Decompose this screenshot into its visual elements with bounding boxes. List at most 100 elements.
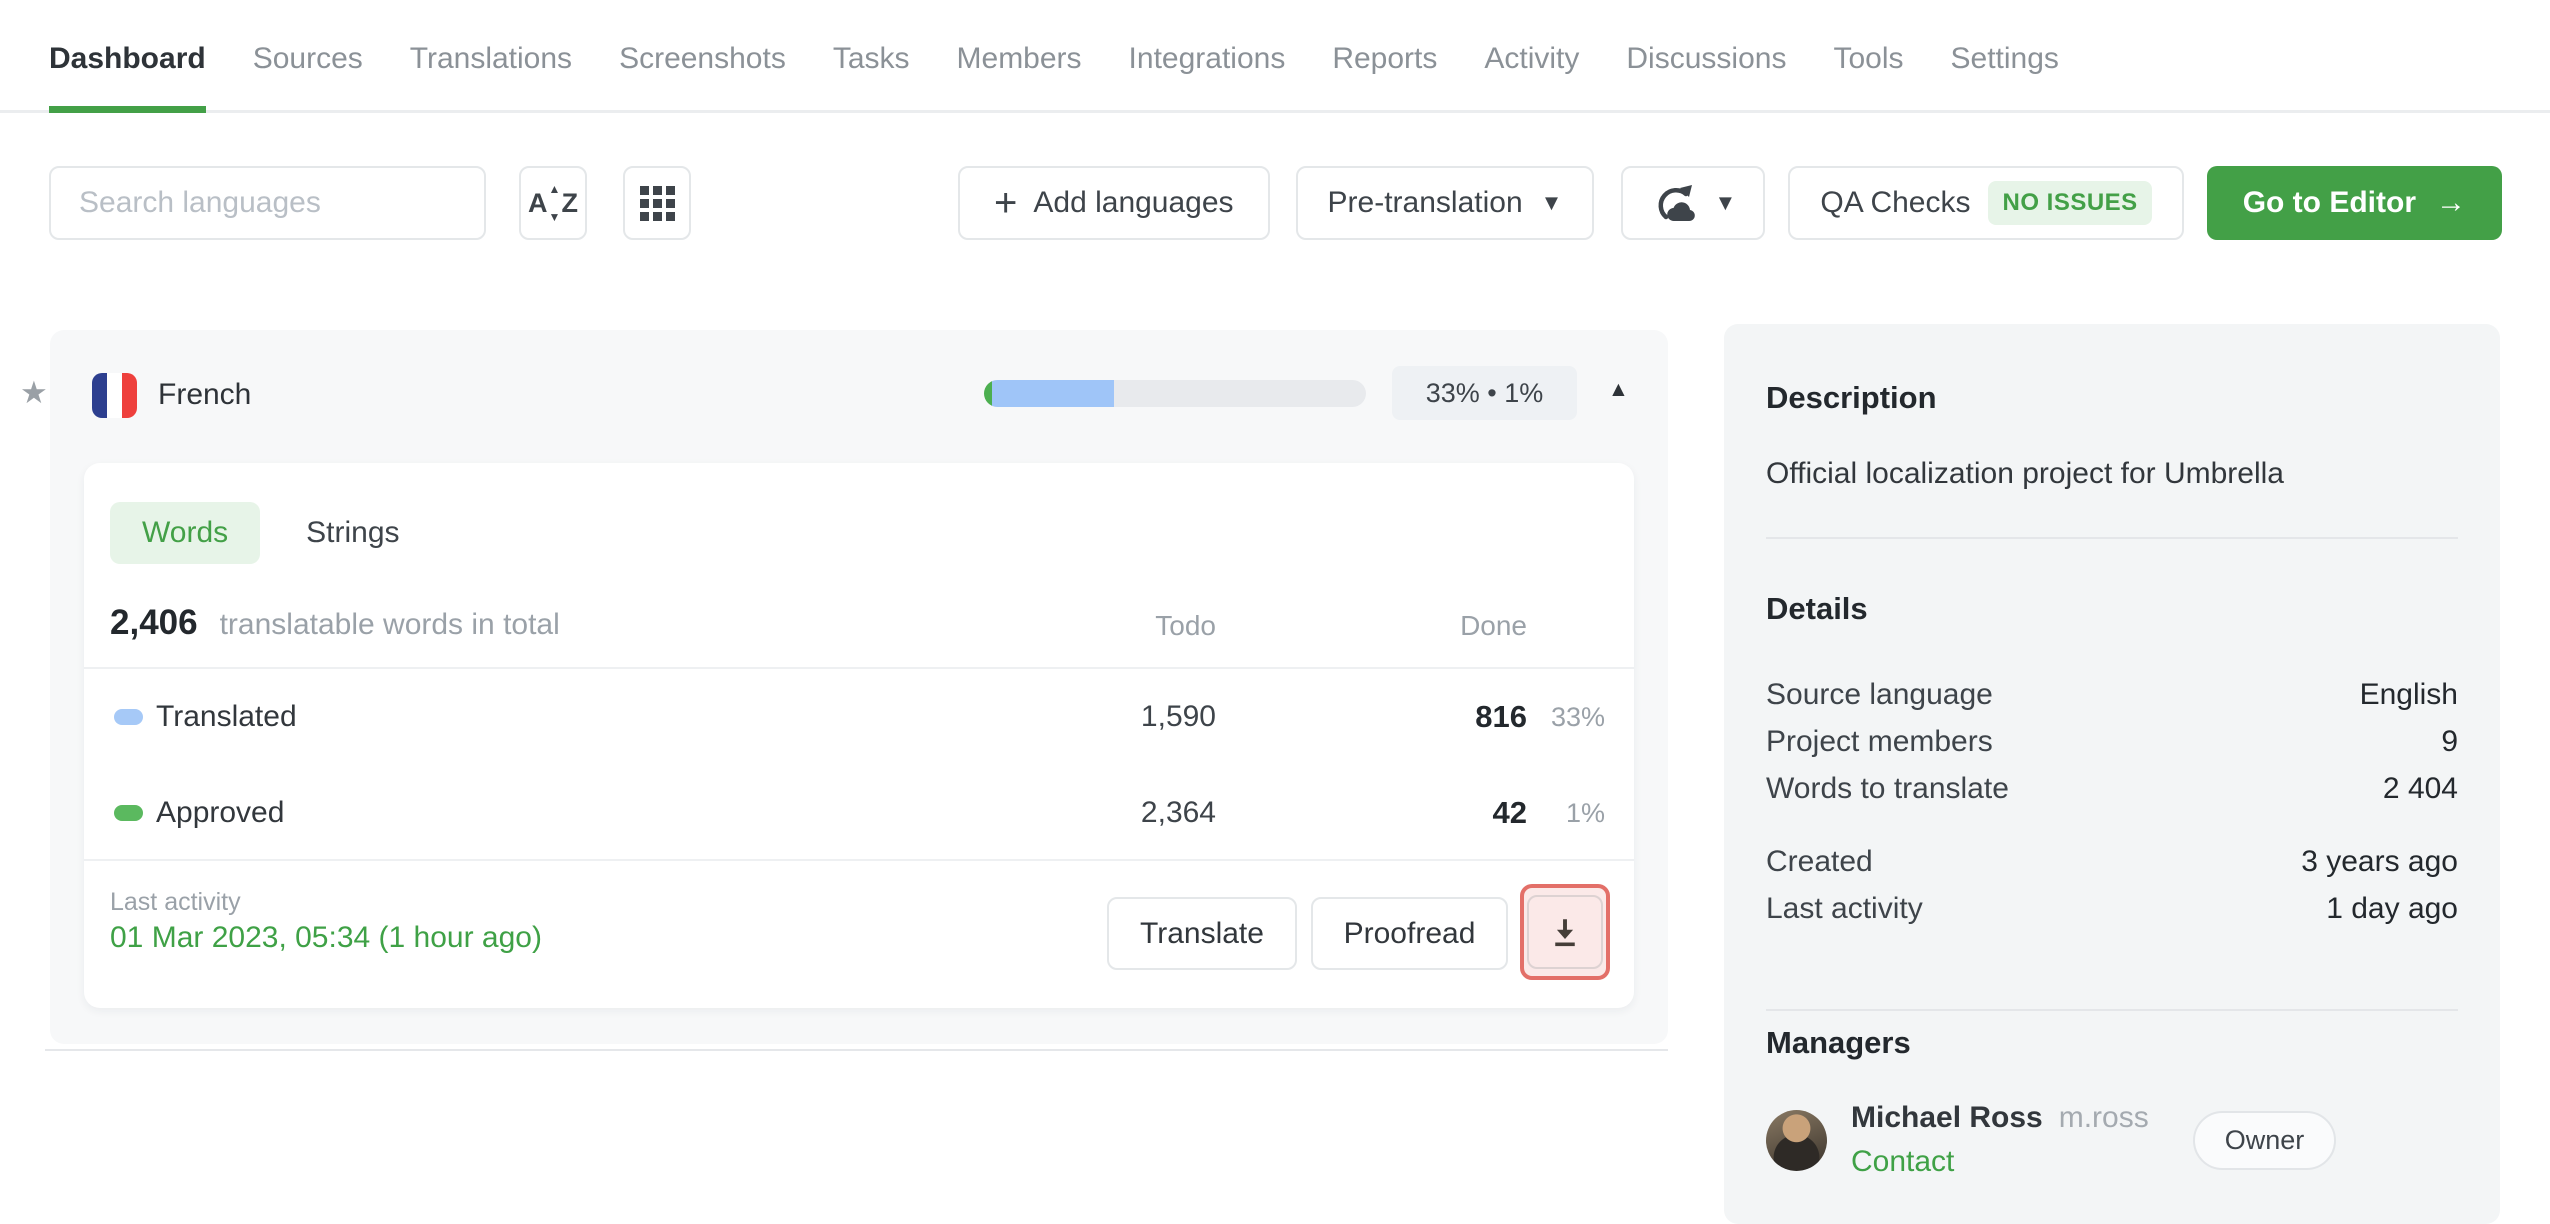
add-languages-label: Add languages [1033,186,1234,219]
tab-integrations[interactable]: Integrations [1129,0,1286,113]
manager-info: Michael Ross m.ross Contact [1851,1101,2149,1179]
project-info-sidebar: Description Official localization projec… [1724,324,2500,1224]
search-input[interactable] [49,166,486,240]
tab-discussions[interactable]: Discussions [1626,0,1786,113]
tab-words[interactable]: Words [110,502,261,564]
divider [1766,1009,2458,1011]
total-words-caption: translatable words in total [219,608,560,641]
detail-value: English [2359,678,2458,711]
cloud-sync-dropdown-button[interactable]: ▼ [1621,166,1766,240]
divider [1766,537,2458,539]
sort-button[interactable]: A ▲ ▼ Z [519,166,587,240]
project-nav: Dashboard Sources Translations Screensho… [0,0,2550,113]
download-icon [1555,919,1575,947]
pre-translation-label: Pre-translation [1327,186,1523,219]
list-item: Words to translate 2 404 [1766,765,2458,812]
progress-translated-segment [991,380,1114,407]
tab-translations[interactable]: Translations [410,0,572,113]
tab-strings[interactable]: Strings [306,516,399,550]
manager-name[interactable]: Michael Ross [1851,1101,2043,1135]
done-percentage: 1% [1565,797,1605,828]
favorite-star-icon[interactable]: ★ [20,375,48,411]
total-words-value: 2,406 [110,603,198,642]
tab-dashboard[interactable]: Dashboard [49,0,206,113]
managers-title: Managers [1766,1025,1911,1060]
description-text: Official localization project for Umbrel… [1766,457,2284,490]
detail-value: 3 years ago [2301,845,2458,878]
language-name[interactable]: French [158,378,251,412]
detail-label: Last activity [1766,892,1923,925]
qa-status-badge: NO ISSUES [1988,181,2152,225]
details-list: Source language English Project members … [1766,671,2458,812]
column-header-done: Done [1460,610,1527,641]
translation-progress-bar [984,380,1366,407]
detail-value: 9 [2441,725,2458,758]
manager-row: Michael Ross m.ross Contact Owner [1766,1101,2458,1179]
detail-value: 1 day ago [2326,892,2458,925]
list-item: Last activity 1 day ago [1766,885,2458,932]
progress-percentage-chip: 33% • 1% [1392,366,1577,420]
description-title: Description [1766,380,1937,415]
tab-activity[interactable]: Activity [1484,0,1579,113]
cloud-sync-icon [1658,185,1695,222]
tab-members[interactable]: Members [957,0,1082,113]
table-row-approved: Approved 2,364 42 1% [84,765,1634,861]
row-label: Approved [156,796,285,829]
approved-dot-icon [114,805,143,821]
todo-value: 2,364 [1140,796,1216,829]
download-button[interactable] [1527,895,1603,969]
last-activity-value[interactable]: 01 Mar 2023, 05:34 (1 hour ago) [110,921,542,955]
stats-rows: Translated 1,590 816 33% Approved 2,364 … [84,669,1634,861]
list-item: Created 3 years ago [1766,838,2458,885]
arrow-right-icon: → [2436,186,2466,219]
todo-value: 1,590 [1140,700,1216,733]
translated-dot-icon [114,709,143,725]
detail-value: 2 404 [2382,772,2458,805]
detail-label: Source language [1766,678,1993,711]
table-row-translated: Translated 1,590 816 33% [84,669,1634,765]
download-button-highlight [1520,884,1610,980]
owner-badge: Owner [2192,1110,2337,1170]
language-stats-card: Words Strings 2,406 translatable words i… [84,463,1634,1008]
qa-checks-button[interactable]: QA Checks NO ISSUES [1788,166,2184,240]
done-value: 816 [1475,699,1527,734]
grid-icon [639,185,675,221]
french-flag-icon [92,373,137,418]
total-words-row: 2,406 translatable words in total [110,603,560,643]
grid-view-button[interactable] [623,166,691,240]
tab-tasks[interactable]: Tasks [833,0,910,113]
chevron-down-icon: ▼ [1540,190,1563,215]
translate-button[interactable]: Translate [1107,897,1297,970]
go-to-editor-label: Go to Editor [2242,186,2416,219]
column-header-todo: Todo [1155,610,1216,641]
sort-az-icon: A ▲ ▼ Z [528,182,578,224]
tab-settings[interactable]: Settings [1951,0,2059,113]
details-title: Details [1766,591,1868,626]
language-row-french: French 33% • 1% ▲ Words Strings 2,406 tr… [50,330,1668,1044]
chevron-down-icon: ▼ [1714,190,1737,215]
detail-label: Project members [1766,725,1993,758]
row-label: Translated [156,700,297,733]
detail-label: Created [1766,845,1873,878]
pre-translation-button[interactable]: Pre-translation ▼ [1295,166,1595,240]
tab-tools[interactable]: Tools [1833,0,1903,113]
toolbar: A▲▼Z + Add languages Pre-translation ▼ ▼… [49,166,2502,240]
progress-approved-segment [984,380,992,407]
last-activity-label: Last activity [110,888,241,916]
tab-reports[interactable]: Reports [1332,0,1437,113]
section-divider [45,1049,1668,1051]
stats-unit-tabs: Words Strings [110,502,400,564]
done-value: 42 [1492,795,1527,830]
qa-checks-label: QA Checks [1820,186,1971,219]
divider [84,859,1634,861]
done-percentage: 33% [1550,701,1605,732]
tab-screenshots[interactable]: Screenshots [619,0,786,113]
collapse-chevron-icon[interactable]: ▲ [1608,378,1629,402]
contact-link[interactable]: Contact [1851,1145,2149,1179]
list-item: Source language English [1766,671,2458,718]
proofread-button[interactable]: Proofread [1311,897,1508,970]
tab-sources[interactable]: Sources [253,0,363,113]
add-languages-button[interactable]: + Add languages [958,166,1270,240]
avatar[interactable] [1766,1109,1827,1171]
go-to-editor-button[interactable]: Go to Editor → [2206,166,2502,240]
